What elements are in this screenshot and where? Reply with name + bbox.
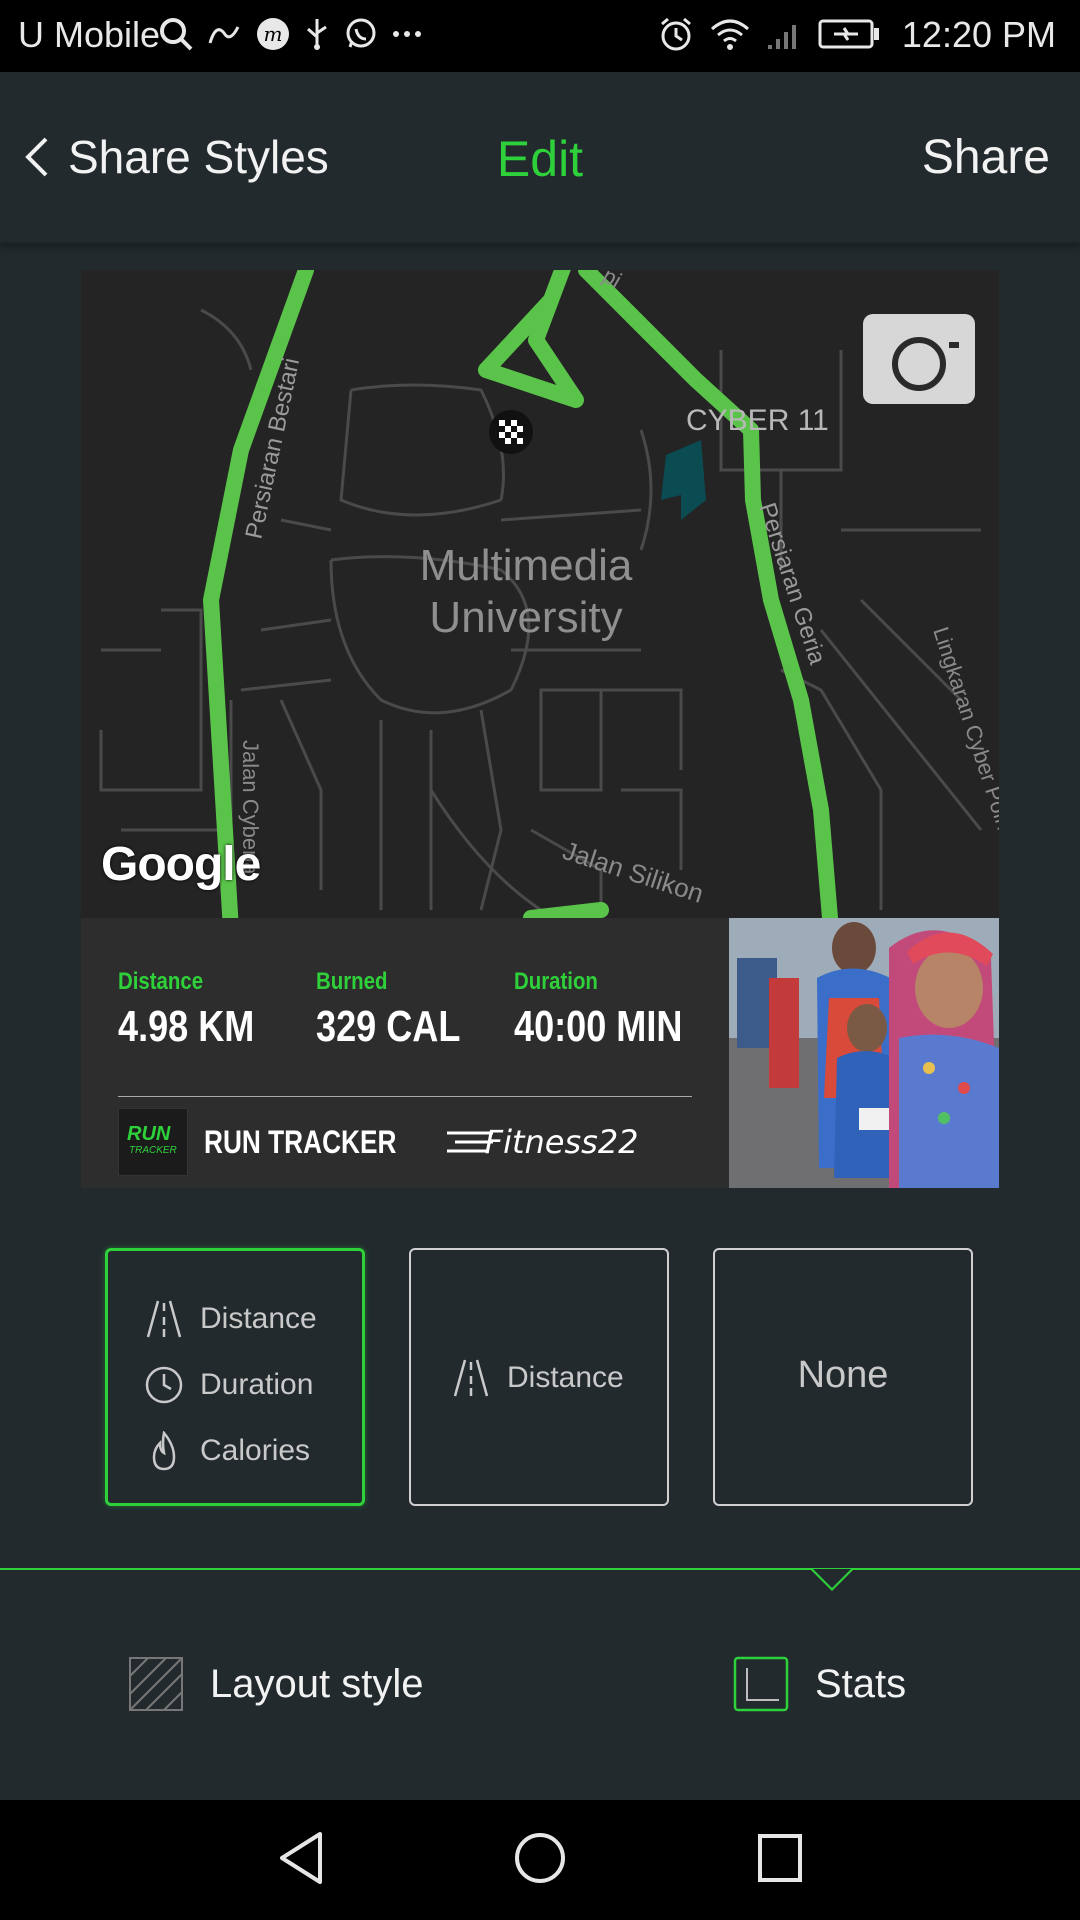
stat-duration-label: Duration <box>514 968 598 995</box>
stat-distance-label: Distance <box>118 968 204 995</box>
option-row-calories-label: Calories <box>200 1434 311 1467</box>
tab-indicator-line <box>0 1568 1080 1570</box>
road-icon <box>453 1359 489 1397</box>
map-label-university: Multimedia University <box>420 541 633 642</box>
map-label-cyber: CYBER 11 <box>686 404 829 437</box>
tab-stats[interactable]: Stats <box>733 1656 906 1712</box>
svg-text:m: m <box>264 22 283 46</box>
wifi-icon <box>711 19 749 50</box>
google-logo: Google <box>101 838 261 891</box>
photo-image <box>729 918 999 1188</box>
brand-sub: Fitness22 <box>484 1123 639 1161</box>
style-option-none[interactable]: None <box>713 1248 973 1506</box>
more-icon <box>393 31 421 37</box>
stats-frame-icon <box>733 1656 789 1712</box>
option-row-distance-only: Distance <box>451 1358 624 1398</box>
stat-distance: Distance 4.98 KM <box>118 968 284 1052</box>
logo-run-text: RUN <box>127 1123 171 1145</box>
alarm-icon <box>661 17 691 51</box>
usb-icon <box>307 19 327 50</box>
stat-burned-label: Burned <box>316 968 388 995</box>
option-none-label: None <box>797 1354 889 1396</box>
brand-name: RUN TRACKER <box>204 1123 397 1160</box>
whatsapp-icon <box>346 18 376 48</box>
flame-icon <box>152 1431 176 1471</box>
battery-charging-icon <box>818 19 879 49</box>
tab-layout-style[interactable]: Layout style <box>128 1656 423 1712</box>
style-option-all-stats[interactable]: Distance Duration Calories <box>105 1248 365 1506</box>
swirl-icon <box>208 26 240 44</box>
tab-layout-style-label: Layout style <box>210 1661 424 1706</box>
map-label-road-lingkaran: Lingkaran Cyber Point B <box>928 624 999 859</box>
option-row-distance: Distance <box>144 1299 317 1339</box>
nav-home-icon[interactable] <box>514 1830 566 1886</box>
option-row-duration-label: Duration <box>200 1368 314 1401</box>
nav-back-icon[interactable] <box>276 1830 326 1886</box>
option-row-duration: Duration <box>144 1365 313 1405</box>
map-label-road-silikon: Jalan Silikon <box>559 835 707 909</box>
user-photo[interactable] <box>729 918 999 1188</box>
road-icon <box>146 1300 182 1338</box>
brand-footer: RUN TRACKER RUN TRACKER Fitness22 <box>118 1108 639 1176</box>
toolbar: Share Styles Edit Share <box>0 72 1080 244</box>
logo-tracker-text: TRACKER <box>129 1145 177 1156</box>
change-photo-button[interactable] <box>863 314 975 404</box>
style-option-distance[interactable]: Distance <box>409 1248 669 1506</box>
tab-stats-label: Stats <box>815 1661 907 1706</box>
stats-panel: Distance 4.98 KM Burned 329 CAL Duration… <box>81 918 729 1188</box>
stat-duration: Duration 40:00 MIN <box>514 968 719 1052</box>
stat-distance-value: 4.98 KM <box>118 1002 255 1051</box>
m-app-icon: m <box>257 18 289 50</box>
status-bar: U Mobile m 12:20 PM <box>0 0 1080 72</box>
option-row-calories: Calories <box>144 1431 310 1471</box>
route-map[interactable]: Multimedia University CYBER 11 Persiaran … <box>81 270 999 918</box>
run-tracker-logo: RUN TRACKER <box>118 1108 188 1176</box>
page-title: Edit <box>496 131 584 187</box>
map-label-road-bestari: Persiaran Bestari <box>240 356 305 542</box>
stat-burned-value: 329 CAL <box>316 1002 461 1051</box>
search-icon <box>160 18 193 51</box>
clock: 12:20 PM <box>901 14 1056 55</box>
stat-duration-value: 40:00 MIN <box>514 1002 683 1051</box>
carrier-name: U Mobile <box>18 14 161 55</box>
signal-icon <box>768 25 796 49</box>
clock-icon <box>145 1366 183 1404</box>
camera-icon <box>892 318 959 391</box>
share-card-preview: Multimedia University CYBER 11 Persiaran … <box>81 270 999 1188</box>
layout-hatch-icon <box>129 1657 183 1711</box>
system-nav-bar <box>0 1800 1080 1920</box>
option-distance-label: Distance <box>507 1361 624 1394</box>
nav-recents-icon[interactable] <box>756 1830 804 1886</box>
map-canvas: Multimedia University CYBER 11 Persiaran … <box>99 270 999 918</box>
option-row-distance-label: Distance <box>200 1302 317 1335</box>
stats-divider <box>118 1096 692 1097</box>
stat-burned: Burned 329 CAL <box>316 968 492 1052</box>
share-button[interactable]: Share <box>922 130 1050 185</box>
